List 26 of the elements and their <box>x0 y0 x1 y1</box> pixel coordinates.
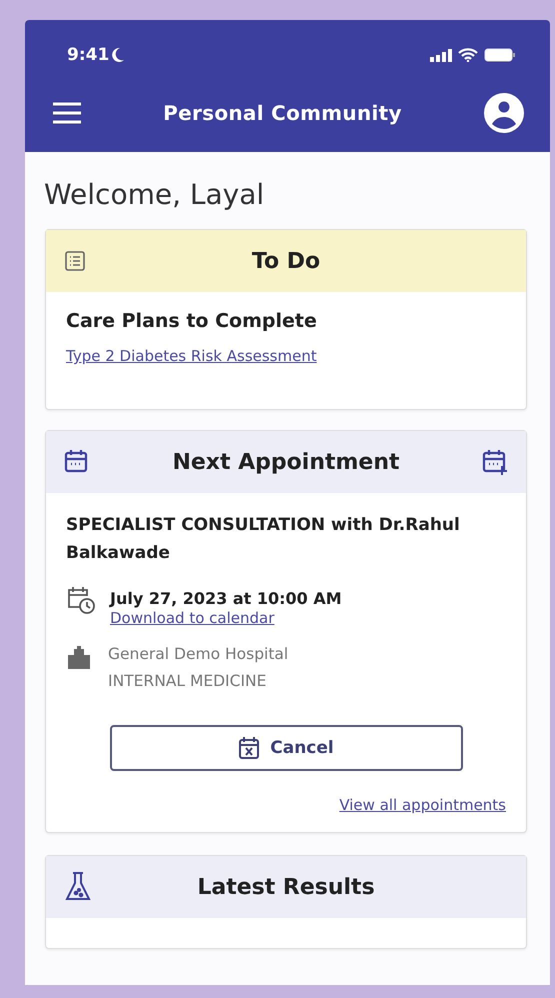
card-title: To Do <box>250 248 322 274</box>
status-time: 9:41 <box>67 45 110 65</box>
calendar-clock-icon <box>66 585 96 615</box>
hospital-name: General Demo Hospital <box>108 644 288 665</box>
appointment-name: SPECIALIST CONSULTATION with Dr.Rahul Balkawade <box>66 514 461 565</box>
view-all-link[interactable]: View all appointments <box>339 796 506 814</box>
app-title: Personal Community <box>163 101 402 125</box>
menu-icon[interactable] <box>52 102 82 124</box>
battery-icon <box>484 48 516 62</box>
department-name: INTERNAL MEDICINE <box>108 671 268 692</box>
appointment-date: July 27, 2023 at 10:00 AM <box>110 589 342 608</box>
wifi-icon <box>458 48 478 62</box>
care-plan-link[interactable]: Type 2 Diabetes Risk Assessment <box>66 347 317 365</box>
signal-icon <box>430 48 452 62</box>
card-title: Next Appointment <box>171 450 401 474</box>
moon-icon <box>111 47 126 63</box>
profile-icon[interactable] <box>483 92 525 134</box>
list-icon <box>64 250 86 272</box>
calendar-cancel-icon <box>238 736 260 760</box>
download-link[interactable]: Download to calendar <box>110 609 274 627</box>
cancel-button[interactable]: Cancel <box>110 725 462 771</box>
calendar-add-icon[interactable] <box>482 448 508 476</box>
welcome-heading: Welcome, Layal <box>44 178 266 211</box>
section-heading: Care Plans to Complete <box>66 310 318 332</box>
flask-icon <box>64 871 92 903</box>
card-title: Latest Results <box>196 874 376 900</box>
